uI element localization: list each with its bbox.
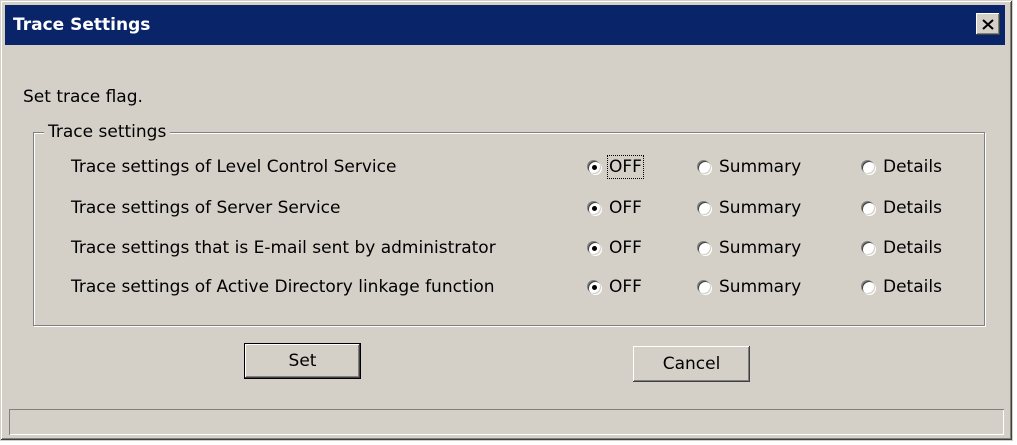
set-button[interactable]: Set	[244, 343, 361, 379]
radio-label: OFF	[609, 238, 642, 258]
radio-unchecked-icon	[862, 241, 875, 255]
radio-details[interactable]: Details	[862, 275, 942, 299]
radio-summary[interactable]: Summary	[698, 236, 801, 260]
radio-details[interactable]: Details	[862, 236, 942, 260]
radio-summary[interactable]: Summary	[698, 275, 801, 299]
radio-checked-icon	[588, 160, 601, 174]
radio-checked-icon	[588, 241, 601, 255]
row-label: Trace settings that is E-mail sent by ad…	[71, 238, 496, 258]
radio-unchecked-icon	[698, 280, 711, 294]
window-title: Trace Settings	[13, 15, 151, 35]
radio-unchecked-icon	[698, 160, 711, 174]
trace-row-level-control: Trace settings of Level Control Service …	[34, 151, 984, 181]
radio-checked-icon	[588, 280, 601, 294]
radio-label: Details	[883, 157, 942, 177]
radio-unchecked-icon	[862, 280, 875, 294]
radio-off[interactable]: OFF	[588, 155, 644, 179]
instruction-text: Set trace flag.	[23, 87, 143, 107]
group-legend: Trace settings	[44, 122, 171, 142]
radio-unchecked-icon	[698, 201, 711, 215]
radio-label: Summary	[719, 277, 802, 297]
trace-row-email-admin: Trace settings that is E-mail sent by ad…	[34, 232, 984, 262]
radio-label: OFF	[609, 277, 642, 297]
radio-details[interactable]: Details	[862, 155, 942, 179]
close-button[interactable]	[976, 13, 1000, 35]
trace-settings-group: Trace settings Trace settings of Level C…	[33, 122, 985, 326]
radio-label: Summary	[719, 198, 802, 218]
row-label: Trace settings of Server Service	[71, 198, 341, 218]
radio-off[interactable]: OFF	[588, 196, 642, 220]
row-label: Trace settings of Level Control Service	[71, 157, 397, 177]
status-bar	[9, 409, 1004, 435]
close-icon	[982, 18, 994, 30]
row-label: Trace settings of Active Directory linka…	[71, 277, 495, 297]
radio-checked-icon	[588, 201, 601, 215]
trace-row-active-directory: Trace settings of Active Directory linka…	[34, 271, 984, 301]
radio-label: Details	[883, 238, 942, 258]
radio-label: Summary	[719, 238, 802, 258]
trace-settings-dialog: Trace Settings Set trace flag. Trace set…	[0, 0, 1013, 441]
trace-row-server-service: Trace settings of Server Service OFF Sum…	[34, 192, 984, 222]
radio-label: Details	[883, 277, 942, 297]
radio-label: OFF	[607, 155, 644, 179]
radio-off[interactable]: OFF	[588, 275, 642, 299]
radio-off[interactable]: OFF	[588, 236, 642, 260]
radio-details[interactable]: Details	[862, 196, 942, 220]
radio-unchecked-icon	[698, 241, 711, 255]
title-bar[interactable]: Trace Settings	[5, 5, 1005, 45]
radio-label: Details	[883, 198, 942, 218]
radio-unchecked-icon	[862, 160, 875, 174]
cancel-button[interactable]: Cancel	[633, 346, 750, 382]
radio-summary[interactable]: Summary	[698, 196, 801, 220]
radio-unchecked-icon	[862, 201, 875, 215]
radio-label: Summary	[719, 157, 802, 177]
radio-summary[interactable]: Summary	[698, 155, 801, 179]
radio-label: OFF	[609, 198, 642, 218]
